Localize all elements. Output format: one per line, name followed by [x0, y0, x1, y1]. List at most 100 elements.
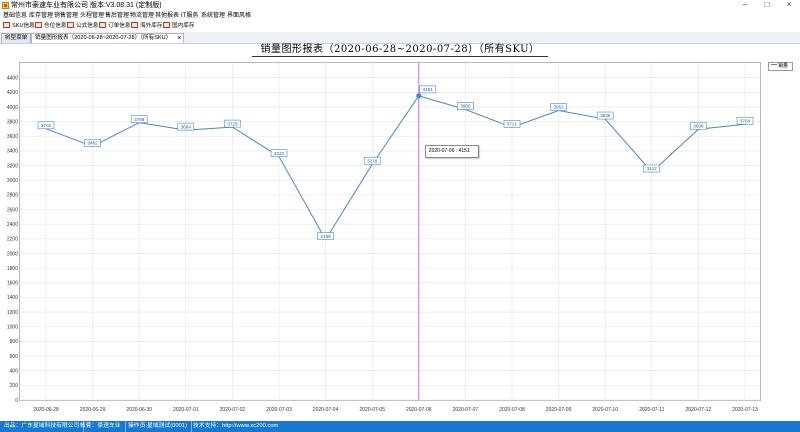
y-tick-label: 1000: [7, 325, 18, 331]
y-tick-label: 2800: [7, 193, 18, 199]
menu-it-service[interactable]: IT服务: [181, 12, 198, 20]
tab-close-icon[interactable]: ×: [177, 34, 181, 43]
data-label: 3218: [367, 158, 378, 163]
tab-bar: 树型菜单 销量图形报表（2020-06-28~2020-07-28）（所有SKU…: [0, 32, 800, 44]
x-tick-label: 2020-07-09: [546, 407, 572, 413]
y-tick-label: 3400: [7, 149, 18, 155]
y-tick-label: 3000: [7, 178, 18, 184]
y-tick-label: 600: [10, 354, 19, 360]
data-label: 3835: [600, 113, 611, 118]
status-support[interactable]: 技术支持：http://www.xc200.com: [193, 421, 282, 432]
y-tick-label: 1800: [7, 266, 18, 272]
status-bar: 出品：广东星域科技有限公司 帐套：豪速车业 操作员:星域测试(0001) 技术支…: [0, 421, 800, 432]
x-tick-label: 2020-06-30: [126, 407, 152, 413]
legend-label: 销量: [778, 63, 789, 69]
data-label: 3323: [274, 151, 285, 156]
x-tick-label: 2020-06-28: [33, 407, 59, 413]
domestic-stock-icon: [163, 22, 170, 28]
location-icon: [35, 22, 42, 28]
tab-sales-chart[interactable]: 销量图形报表（2020-06-28~2020-07-28）（所有SKU） ×: [31, 33, 185, 43]
y-tick-label: 2200: [7, 237, 18, 243]
toolbar-order-button[interactable]: 订单信息: [99, 22, 130, 31]
x-tick-label: 2020-07-06: [406, 407, 432, 413]
status-operator: 操作员:星域测试(0001): [128, 421, 192, 432]
status-publisher: 出品：广东星域科技有限公司: [4, 421, 85, 432]
x-tick-label: 2020-07-03: [266, 407, 292, 413]
menu-basic-info[interactable]: 基础信息: [3, 12, 27, 20]
order-icon: [99, 22, 106, 28]
minimize-icon[interactable]: –: [734, 0, 756, 11]
legend-swatch: [771, 64, 777, 65]
sales-line-chart: 0 200 400 600 800 1000 1200 1400 1600 1800 2000 220…: [7, 63, 760, 413]
data-tooltip: 2020-07-06 : 4151: [424, 145, 479, 158]
status-account: 帐套：豪速车业: [80, 421, 126, 432]
chart-panel: 销量图形报表（2020-06-28~2020-07-28）（所有SKU） 0 20…: [0, 44, 800, 421]
overseas-stock-icon: [131, 22, 138, 28]
toolbar-formula-button[interactable]: 公式信息: [67, 22, 98, 31]
x-tick-label: 2020-06-29: [80, 407, 106, 413]
y-tick-label: 1600: [7, 281, 18, 287]
menu-system[interactable]: 系统管理: [201, 12, 225, 20]
y-tick-label: 0: [15, 398, 18, 404]
menu-bar: 基础信息 库存管理 销售管理 头程管理 售后管理 物流管理 其他报表 IT服务 …: [0, 11, 800, 21]
x-tick-label: 2020-07-11: [639, 407, 664, 413]
y-tick-label: 1400: [7, 295, 18, 301]
data-label: 2189: [320, 234, 331, 239]
close-icon[interactable]: ×: [778, 0, 800, 11]
data-label: 3721: [507, 122, 518, 127]
y-tick-label: 4200: [7, 90, 18, 96]
data-label: 3951: [553, 105, 564, 110]
app-icon: [2, 2, 9, 9]
x-tick-label: 2020-07-08: [499, 407, 525, 413]
y-tick-label: 2400: [7, 222, 18, 228]
data-label: 4151: [423, 87, 434, 92]
menu-first-leg[interactable]: 头程管理: [80, 12, 104, 20]
data-label: 3725: [227, 121, 238, 126]
x-tick-label: 2020-07-04: [313, 407, 339, 413]
x-tick-label: 2020-07-01: [173, 407, 199, 413]
y-tick-label: 400: [10, 368, 19, 374]
menu-after-sales[interactable]: 售后管理: [105, 12, 129, 20]
y-tick-label: 3800: [7, 119, 18, 125]
sku-icon: [3, 22, 10, 28]
maximize-icon[interactable]: □: [756, 0, 778, 11]
data-label: 3764: [740, 118, 751, 123]
data-label: 3462: [87, 141, 98, 146]
window-title: 常州市豪速车业有限公司 版本:V3.08.31 (定制版): [11, 2, 162, 9]
data-label: 3112: [647, 166, 657, 171]
highlight-point: [416, 93, 422, 99]
data-label: 3702: [41, 123, 52, 128]
y-tick-label: 2600: [7, 207, 18, 213]
formula-icon: [67, 22, 74, 28]
x-tick-label: 2020-07-13: [732, 407, 758, 413]
menu-other-reports[interactable]: 其他报表: [155, 12, 179, 20]
y-tick-label: 3200: [7, 163, 18, 169]
toolbar-location-button[interactable]: 仓位信息: [35, 22, 66, 31]
series-line: [45, 95, 746, 241]
y-tick-label: 3600: [7, 134, 18, 140]
title-bar: 常州市豪速车业有限公司 版本:V3.08.31 (定制版) – □ ×: [0, 0, 800, 11]
toolbar-overseas-stock-button[interactable]: 海外库存: [131, 22, 162, 31]
tooltip-text: 2020-07-06 : 4151: [428, 148, 470, 154]
x-tick-label: 2020-07-02: [220, 407, 246, 413]
x-tick-label: 2020-07-07: [453, 407, 479, 413]
menu-ui-style[interactable]: 界面风格: [227, 12, 251, 20]
x-tick-label: 2020-07-05: [359, 407, 385, 413]
toolbar-sku-button[interactable]: SKU信息: [3, 22, 35, 31]
x-tick-label: 2020-07-10: [592, 407, 618, 413]
toolbar: SKU信息 仓位信息 公式信息 订单信息 海外库存 国内库存: [0, 21, 800, 32]
data-label: 3965: [460, 104, 471, 109]
tab-tree-menu[interactable]: 树型菜单: [1, 33, 32, 43]
chart-legend: 销量: [768, 62, 793, 71]
toolbar-domestic-stock-button[interactable]: 国内库存: [163, 22, 194, 31]
data-label: 3684: [181, 124, 192, 129]
y-tick-label: 4000: [7, 105, 18, 111]
menu-logistics[interactable]: 物流管理: [130, 12, 154, 20]
data-label: 3696: [693, 123, 704, 128]
menu-inventory[interactable]: 库存管理: [29, 12, 53, 20]
data-label: 3786: [134, 117, 145, 122]
y-tick-label: 200: [10, 383, 19, 389]
menu-sales[interactable]: 销售管理: [54, 12, 78, 20]
y-tick-label: 2000: [7, 251, 18, 257]
x-tick-label: 2020-07-12: [686, 407, 712, 413]
